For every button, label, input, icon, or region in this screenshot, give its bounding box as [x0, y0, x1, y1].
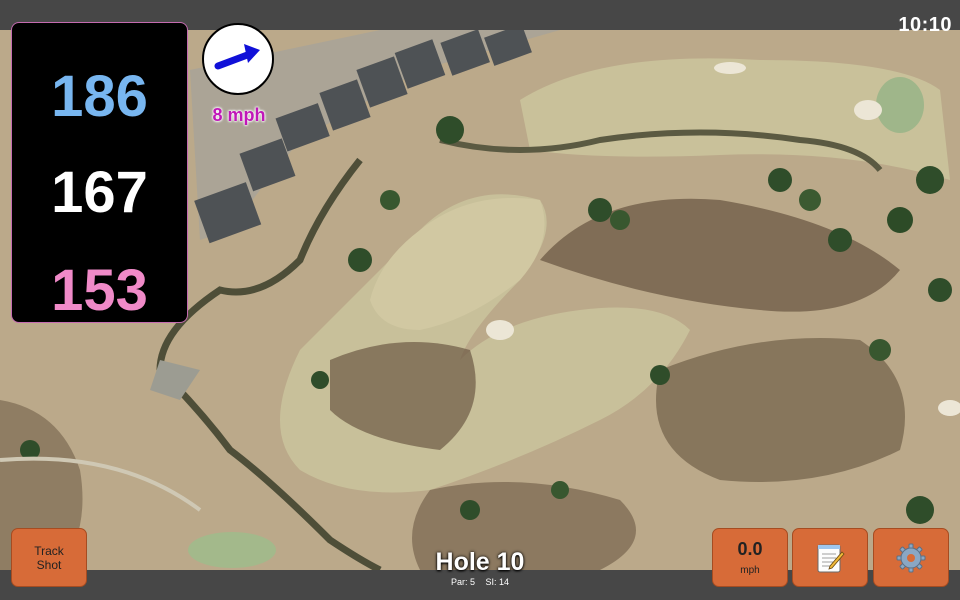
gear-icon	[896, 543, 926, 572]
settings-button[interactable]	[873, 528, 949, 587]
distance-panel: 186 167 153	[11, 22, 188, 323]
wind-speed-label: 8 mph	[212, 105, 266, 125]
distance-back: 186	[51, 64, 148, 129]
track-shot-button[interactable]: Track Shot	[11, 528, 87, 587]
notes-button[interactable]	[792, 528, 868, 587]
distance-middle: 167	[51, 160, 148, 225]
distance-front: 153	[51, 258, 148, 323]
arrow-right-icon	[214, 44, 260, 70]
par-label: Par: 5	[450, 577, 475, 587]
speed-button[interactable]: 0.0 mph	[712, 528, 788, 587]
clock: 10:10	[898, 14, 952, 36]
speed-unit: mph	[740, 565, 760, 576]
notepad-icon	[817, 544, 845, 572]
track-shot-label-line2: Shot	[36, 557, 62, 572]
stroke-index-label: SI: 14	[485, 577, 510, 587]
speed-value: 0.0	[737, 539, 763, 559]
hole-info: Par: 5 SI: 14	[380, 577, 580, 587]
wind-indicator[interactable]	[202, 23, 274, 95]
hole-title: Hole 10	[435, 548, 525, 576]
track-shot-label-line1: Track	[34, 543, 64, 558]
